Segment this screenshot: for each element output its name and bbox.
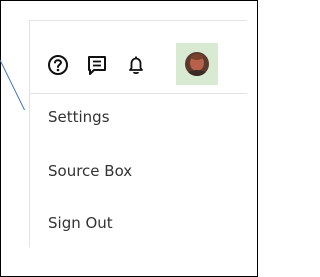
user-menu-panel: Settings Source Box Sign Out <box>29 20 247 247</box>
menu-item-sign-out[interactable]: Sign Out <box>48 214 113 232</box>
avatar-button[interactable] <box>176 43 218 85</box>
menu-item-source-box[interactable]: Source Box <box>48 162 132 180</box>
header-toolbar <box>30 21 247 94</box>
message-icon[interactable] <box>86 54 108 76</box>
menu-item-settings[interactable]: Settings <box>48 108 110 126</box>
help-circle-icon[interactable] <box>47 54 69 76</box>
user-avatar <box>185 52 209 76</box>
bell-icon[interactable] <box>125 54 147 76</box>
